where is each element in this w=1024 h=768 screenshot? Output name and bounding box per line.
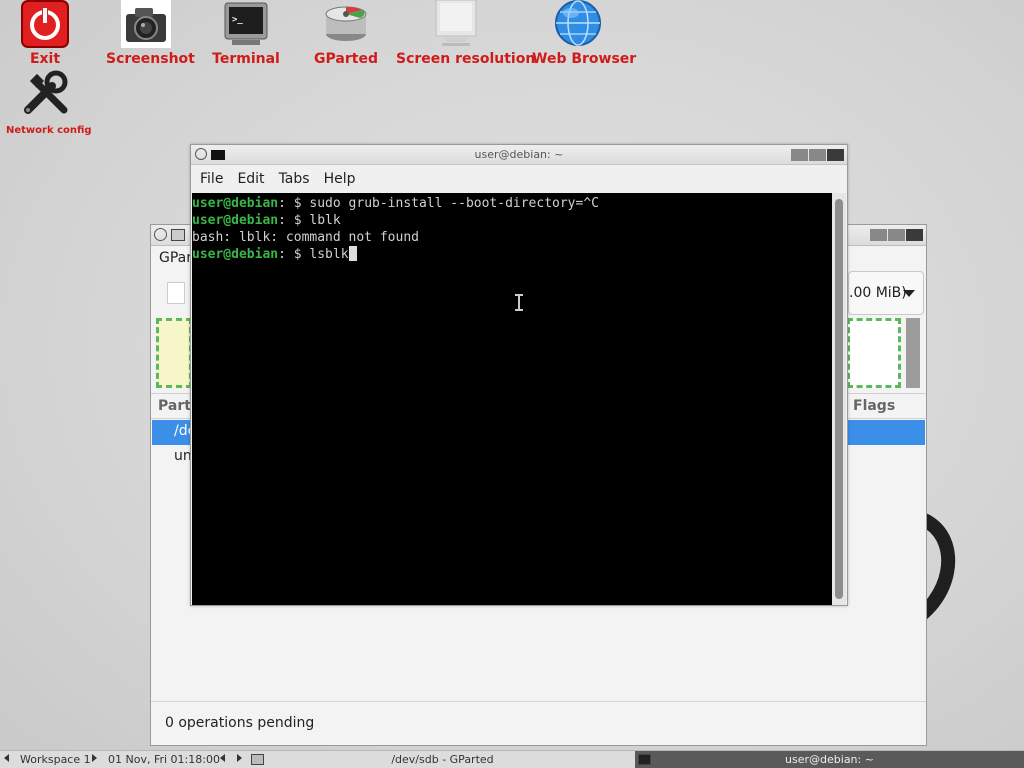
menu-gparted[interactable]: GPar [159, 250, 192, 266]
disk-icon [325, 6, 367, 41]
status-bar: 0 operations pending [151, 701, 926, 745]
prompt-separator: : $ [278, 196, 310, 211]
output-text: bash: lblk: command not found [192, 230, 419, 245]
command-text: lsblk [309, 247, 349, 262]
desktop-icon-label: Terminal [212, 51, 280, 67]
menu-edit[interactable]: Edit [232, 171, 273, 187]
menu-tabs[interactable]: Tabs [274, 171, 319, 187]
menu-file[interactable]: File [195, 171, 232, 187]
desktop-icon-exit[interactable]: Exit [14, 0, 76, 67]
taskbar-task-gparted[interactable]: /dev/sdb - GParted [250, 751, 635, 768]
tools-icon [24, 70, 68, 114]
shell-prompt: user@debian [192, 196, 279, 211]
shell-prompt: user@debian [192, 213, 279, 228]
svg-text:>_: >_ [232, 15, 243, 25]
maximize-button[interactable] [888, 229, 905, 241]
camera-icon [121, 0, 171, 48]
debian-logo-icon [154, 228, 167, 241]
desktop-icon-label: Screenshot [106, 51, 195, 67]
minimize-button[interactable] [870, 229, 887, 241]
window-controls [791, 149, 844, 161]
command-text: lblk [309, 213, 341, 228]
desktop-icon-label: Network config [6, 125, 92, 136]
taskbar-task-terminal[interactable]: user@debian: ~ [635, 751, 1024, 768]
partition-graphic-scrollbar[interactable] [906, 318, 920, 388]
task-label: user@debian: ~ [785, 753, 874, 766]
monitor-icon [435, 0, 477, 46]
globe-icon [555, 0, 601, 46]
desktop-icon-web-browser[interactable]: Web Browser [532, 0, 636, 67]
workspace-next-icon[interactable] [92, 754, 97, 762]
terminal-scrollbar[interactable] [832, 193, 846, 605]
desktop-icon-screenshot[interactable]: Screenshot [106, 0, 195, 67]
minimize-button[interactable] [791, 149, 808, 161]
chevron-down-icon [903, 290, 915, 297]
workspace-prev-icon[interactable] [4, 754, 9, 762]
desktop-icon-label: GParted [314, 51, 378, 67]
terminal-menubar: File Edit Tabs Help [191, 165, 847, 192]
window-controls [870, 229, 923, 241]
ibeam-cursor-icon [515, 294, 523, 311]
terminal-line: user@debian: $ lblk [192, 212, 832, 229]
workspace-label[interactable]: Workspace 1 [20, 753, 91, 766]
desktop-icon-terminal[interactable]: >_ Terminal [210, 0, 282, 67]
text-cursor [348, 246, 357, 261]
desktop-icon-label: Exit [29, 51, 61, 67]
clock: 01 Nov, Fri 01:18:00 [108, 753, 220, 766]
maximize-button[interactable] [809, 149, 826, 161]
desktop-icon-network-config[interactable]: Network config [6, 70, 92, 137]
operations-pending: 0 operations pending [165, 715, 315, 731]
close-button[interactable] [827, 149, 844, 161]
device-selector[interactable]: .00 MiB) [848, 271, 924, 315]
window-icon [171, 229, 185, 241]
close-button[interactable] [906, 229, 923, 241]
power-icon [21, 0, 69, 48]
desktop-icon-label: Screen resolution [396, 51, 536, 67]
task-label: /dev/sdb - GParted [391, 753, 494, 766]
scrollbar-thumb[interactable] [835, 199, 843, 599]
taskbar: Workspace 1 01 Nov, Fri 01:18:00 /dev/sd… [0, 750, 1024, 768]
prompt-separator: : $ [278, 247, 310, 262]
terminal-line: user@debian: $ lsblk [192, 246, 832, 263]
menu-help[interactable]: Help [319, 171, 365, 187]
task-next-icon[interactable] [237, 754, 242, 762]
command-text: sudo grub-install --boot-directory=^C [309, 196, 599, 211]
partition-graphic-right[interactable] [847, 318, 901, 388]
column-flags[interactable]: Flags [853, 398, 895, 414]
desktop-icon-gparted[interactable]: GParted [310, 0, 382, 67]
terminal-output[interactable]: user@debian: $ sudo grub-install --boot-… [192, 193, 832, 605]
task-prev-icon[interactable] [220, 754, 225, 762]
terminal-icon: >_ [224, 2, 268, 45]
shell-prompt: user@debian [192, 247, 279, 262]
window-title: user@debian: ~ [474, 148, 564, 161]
desktop-icon-label: Web Browser [532, 51, 637, 67]
terminal-task-icon [638, 754, 651, 765]
terminal-window[interactable]: user@debian: ~ File Edit Tabs Help user@… [190, 144, 848, 606]
device-selector-label: .00 MiB) [849, 285, 907, 301]
new-partition-button[interactable] [167, 282, 185, 304]
partition-graphic-left[interactable] [156, 318, 192, 388]
terminal-titlebar[interactable]: user@debian: ~ [191, 145, 847, 165]
terminal-line: user@debian: $ sudo grub-install --boot-… [192, 195, 832, 212]
desktop-icon-screen-resolution[interactable]: Screen resolution [396, 0, 535, 67]
prompt-separator: : $ [278, 213, 310, 228]
terminal-line: bash: lblk: command not found [192, 229, 832, 246]
